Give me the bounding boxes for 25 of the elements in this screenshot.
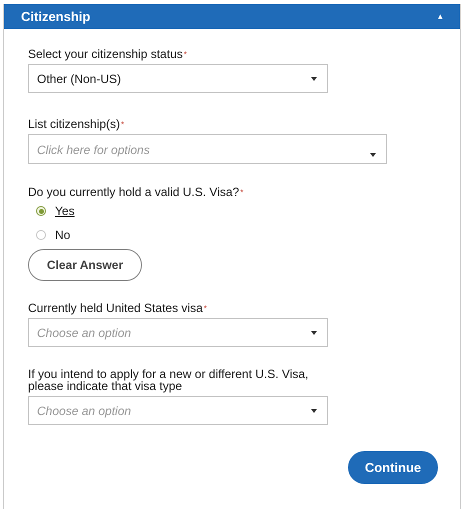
radio-label[interactable]: No bbox=[55, 226, 70, 244]
field-label: List citizenship(s) bbox=[28, 117, 120, 131]
clear-answer-button[interactable]: Clear Answer bbox=[28, 249, 142, 281]
caret-icon bbox=[370, 153, 376, 157]
select-field[interactable]: Choose an option bbox=[28, 396, 328, 425]
caret-icon bbox=[311, 408, 317, 412]
radio-button[interactable] bbox=[36, 206, 46, 216]
required-mark: * bbox=[204, 304, 207, 313]
required-mark: * bbox=[121, 120, 124, 129]
continue-button[interactable]: Continue bbox=[348, 451, 438, 484]
collapse-button[interactable]: ▴ bbox=[438, 12, 443, 21]
field-label: If you intend to apply for a new or different U.S. Visa, please indicate that visa type bbox=[28, 367, 308, 393]
caret-icon bbox=[311, 76, 317, 80]
field-label: Currently held United States visa bbox=[28, 301, 203, 315]
radio-button[interactable] bbox=[36, 230, 46, 240]
multi-select-field[interactable]: Click here for options bbox=[28, 134, 387, 164]
select-field[interactable]: Choose an option bbox=[28, 318, 328, 347]
panel-title: Citizenship bbox=[21, 8, 90, 26]
select-field[interactable]: Other (Non-US) bbox=[28, 64, 328, 93]
required-mark: * bbox=[240, 188, 244, 197]
field-label: Do you currently hold a valid U.S. Visa? bbox=[28, 185, 240, 199]
radio-label[interactable]: Yes bbox=[55, 202, 75, 220]
caret-icon bbox=[311, 330, 317, 334]
field-label: Select your citizenship status bbox=[28, 47, 183, 61]
required-mark: * bbox=[184, 50, 187, 59]
